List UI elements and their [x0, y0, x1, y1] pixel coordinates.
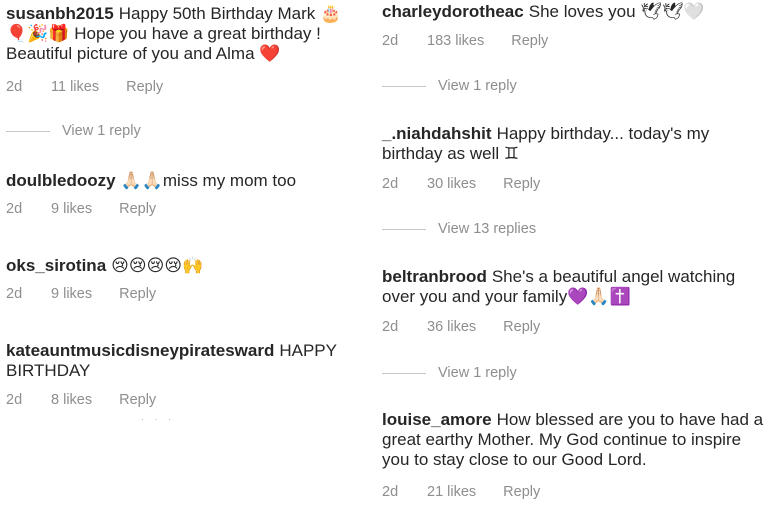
view-replies-divider [382, 85, 426, 87]
view-replies-label: View 1 reply [62, 123, 141, 139]
reply-button[interactable]: Reply [511, 33, 548, 49]
view-replies-button[interactable]: View 13 replies [382, 221, 536, 237]
view-replies-button[interactable]: View 1 reply [382, 365, 517, 381]
comment-username[interactable]: _.niahdahshit [382, 124, 492, 143]
comment-text-block: louise_amore How blessed are you to have … [382, 410, 766, 470]
comment-username[interactable]: doulbledoozy [6, 171, 116, 190]
view-replies-divider [382, 372, 426, 374]
comment-meta: 2d 36 likes Reply [382, 319, 540, 335]
reply-button[interactable]: Reply [503, 319, 540, 335]
comment-text: 🙏🏻🙏🏻miss my mom too [120, 171, 297, 190]
comment-item: beltranbrood She's a beautiful angel watc… [382, 267, 766, 335]
view-replies-divider [6, 130, 50, 132]
comment-text-block: beltranbrood She's a beautiful angel watc… [382, 267, 766, 307]
comment-text-block: doulbledoozy 🙏🏻🙏🏻miss my mom too [6, 171, 356, 191]
comment-username[interactable]: kateauntmusicdisneypiratesward [6, 341, 274, 360]
comment-time[interactable]: 2d [382, 484, 427, 500]
view-replies-divider [382, 228, 426, 230]
comment-item: kateauntmusicdisneypiratesward HAPPY BIRT… [6, 341, 356, 408]
view-replies-button[interactable]: View 1 reply [6, 123, 141, 139]
comment-meta: 2d 183 likes Reply [382, 33, 548, 49]
comment-username[interactable]: oks_sirotina [6, 256, 106, 275]
reply-button[interactable]: Reply [126, 79, 163, 95]
comment-text-block: _.niahdahshit Happy birthday... today's m… [382, 124, 766, 164]
comment-time[interactable]: 2d [6, 392, 51, 408]
comment-time[interactable]: 2d [382, 176, 427, 192]
comment-time[interactable]: 2d [382, 33, 427, 49]
comment-meta: 2d 9 likes Reply [6, 201, 156, 217]
comment-time[interactable]: 2d [382, 319, 427, 335]
view-replies-button[interactable]: View 1 reply [382, 78, 517, 94]
comment-item: _.niahdahshit Happy birthday... today's m… [382, 124, 766, 192]
view-replies-label: View 1 reply [438, 365, 517, 381]
comment-username[interactable]: charleydorotheac [382, 2, 524, 21]
comment-username[interactable]: susanbh2015 [6, 4, 114, 23]
cropped-content-hint: · · · [141, 414, 175, 424]
comment-time[interactable]: 2d [6, 79, 51, 95]
comment-meta: 2d 11 likes Reply [6, 79, 163, 95]
comment-text-block: oks_sirotina 😢😢😢😢🙌 [6, 256, 356, 276]
comment-likes[interactable]: 9 likes [51, 201, 92, 217]
comment-username[interactable]: louise_amore [382, 410, 492, 429]
comment-time[interactable]: 2d [6, 201, 51, 217]
view-replies-label: View 1 reply [438, 78, 517, 94]
comment-text: She loves you 🕊🕊🤍 [528, 2, 705, 21]
comment-likes[interactable]: 36 likes [427, 319, 476, 335]
reply-button[interactable]: Reply [503, 176, 540, 192]
comment-likes[interactable]: 30 likes [427, 176, 476, 192]
reply-button[interactable]: Reply [119, 392, 156, 408]
comment-username[interactable]: beltranbrood [382, 267, 487, 286]
comment-meta: 2d 9 likes Reply [6, 286, 156, 302]
comment-meta: 2d 21 likes Reply [382, 484, 540, 500]
reply-button[interactable]: Reply [119, 201, 156, 217]
comment-item: oks_sirotina 😢😢😢😢🙌 2d 9 likes Reply [6, 256, 356, 302]
reply-button[interactable]: Reply [503, 484, 540, 500]
comment-text-block: kateauntmusicdisneypiratesward HAPPY BIRT… [6, 341, 356, 381]
comment-likes[interactable]: 8 likes [51, 392, 92, 408]
comment-item: susanbh2015 Happy 50th Birthday Mark 🎂 🎈🎉… [6, 4, 356, 95]
comment-likes[interactable]: 21 likes [427, 484, 476, 500]
comment-time[interactable]: 2d [6, 286, 51, 302]
comment-item: doulbledoozy 🙏🏻🙏🏻miss my mom too 2d 9 like… [6, 171, 356, 217]
comment-text-block: charleydorotheac She loves you 🕊🕊🤍 [382, 2, 766, 22]
comment-item: charleydorotheac She loves you 🕊🕊🤍 2d 183 … [382, 2, 766, 49]
comment-item: louise_amore How blessed are you to have … [382, 410, 766, 500]
comment-meta: 2d 30 likes Reply [382, 176, 540, 192]
view-replies-label: View 13 replies [438, 221, 537, 237]
comment-meta: 2d 8 likes Reply [6, 392, 156, 408]
comment-text-block: susanbh2015 Happy 50th Birthday Mark 🎂 🎈🎉… [6, 4, 356, 64]
comment-likes[interactable]: 11 likes [51, 79, 99, 95]
reply-button[interactable]: Reply [119, 286, 156, 302]
comment-likes[interactable]: 183 likes [427, 33, 484, 49]
comment-likes[interactable]: 9 likes [51, 286, 92, 302]
comment-text: 😢😢😢😢🙌 [111, 256, 204, 275]
